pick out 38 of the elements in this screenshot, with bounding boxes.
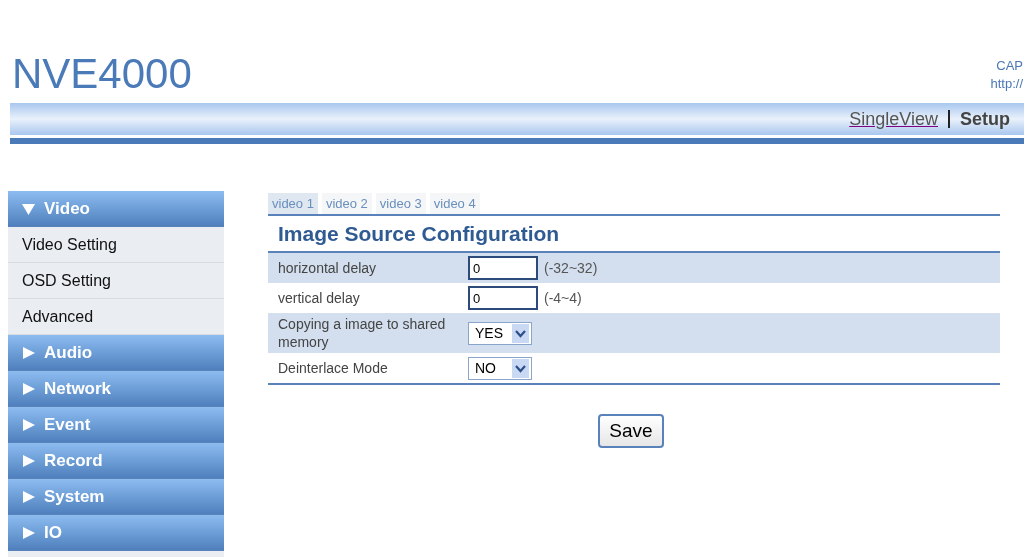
tab[interactable]: video 4 — [429, 193, 480, 214]
sidebar-section[interactable]: System — [8, 479, 224, 515]
info-text: http:// — [990, 75, 1023, 93]
sidebar-section[interactable]: IO — [8, 515, 224, 551]
tab[interactable]: video 3 — [375, 193, 426, 214]
dropdown-icon — [512, 323, 529, 343]
tab[interactable]: video 2 — [321, 193, 372, 214]
field-label: horizontal delay — [277, 259, 378, 278]
caret-down-icon — [22, 202, 36, 215]
sidebar-section[interactable]: Audio — [8, 335, 224, 371]
range-text: (-4~4) — [544, 290, 582, 306]
sidebar-section[interactable]: Event — [8, 407, 224, 443]
select-dropdown[interactable]: NO — [468, 356, 532, 380]
field-label: vertical delay — [277, 289, 361, 308]
sidebar-item[interactable]: Video Setting — [8, 227, 224, 263]
input-field[interactable]: 0 — [468, 286, 538, 310]
caret-right-icon — [22, 346, 36, 359]
caret-right-icon — [22, 490, 36, 503]
save-button[interactable]: Save — [598, 414, 664, 448]
sidebar-section[interactable]: Video — [8, 191, 224, 227]
tab[interactable]: video 1 — [268, 193, 318, 214]
info-text: CAP — [996, 57, 1023, 75]
caret-right-icon — [22, 418, 36, 431]
range-text: (-32~32) — [544, 260, 598, 276]
caret-right-icon — [22, 454, 36, 467]
sidebar-section[interactable]: Record — [8, 443, 224, 479]
input-field[interactable]: 0 — [468, 256, 538, 280]
nav-link[interactable]: SingleView — [849, 108, 938, 130]
dropdown-icon — [512, 358, 529, 378]
logo-text: NVE4000 — [12, 51, 192, 97]
sidebar-section[interactable]: Network — [8, 371, 224, 407]
caret-right-icon — [22, 526, 36, 539]
caret-right-icon — [22, 382, 36, 395]
field-label: Copying a image to shared memory — [277, 315, 447, 352]
field-label: Deinterlace Mode — [277, 359, 389, 378]
nav-link[interactable]: Setup — [960, 108, 1010, 130]
sidebar-item[interactable]: OSD Setting — [8, 263, 224, 299]
select-dropdown[interactable]: YES — [468, 321, 532, 345]
